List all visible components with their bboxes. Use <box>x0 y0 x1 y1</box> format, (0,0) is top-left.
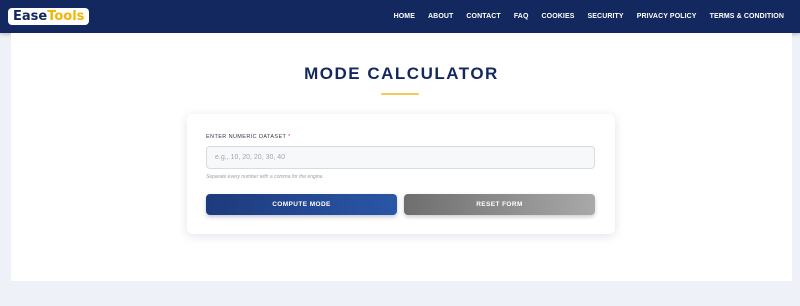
helper-text: Separate every number with a comma for t… <box>206 174 324 180</box>
dataset-label: ENTER NUMERIC DATASET * <box>206 134 291 140</box>
page-title: MODE CALCULATOR <box>304 64 499 83</box>
dataset-input[interactable] <box>206 146 595 169</box>
nav-link-home[interactable]: HOME <box>394 13 415 20</box>
nav-link-contact[interactable]: CONTACT <box>466 13 500 20</box>
nav-menu: HOME ABOUT CONTACT FAQ COOKIES SECURITY … <box>394 0 784 33</box>
main-panel: MODE CALCULATOR ENTER NUMERIC DATASET * … <box>11 33 792 281</box>
reset-form-button[interactable]: RESET FORM <box>404 194 595 215</box>
brand-name-part1: Ease <box>13 9 48 24</box>
nav-link-cookies[interactable]: COOKIES <box>542 13 575 20</box>
title-underline <box>381 93 419 95</box>
compute-mode-button[interactable]: COMPUTE MODE <box>206 194 397 215</box>
nav-link-privacy-policy[interactable]: PRIVACY POLICY <box>637 13 697 20</box>
calculator-card: ENTER NUMERIC DATASET * Separate every n… <box>187 114 615 234</box>
nav-link-about[interactable]: ABOUT <box>428 13 453 20</box>
brand-name-part2: Tools <box>47 9 85 24</box>
navbar: Ease Tools HOME ABOUT CONTACT FAQ COOKIES… <box>0 0 800 33</box>
brand-logo[interactable]: Ease Tools <box>8 8 90 25</box>
nav-link-faq[interactable]: FAQ <box>514 13 529 20</box>
required-mark: * <box>288 134 291 140</box>
dataset-label-text: ENTER NUMERIC DATASET <box>206 134 287 140</box>
nav-link-security[interactable]: SECURITY <box>588 13 624 20</box>
nav-link-terms[interactable]: TERMS & CONDITION <box>710 13 784 20</box>
